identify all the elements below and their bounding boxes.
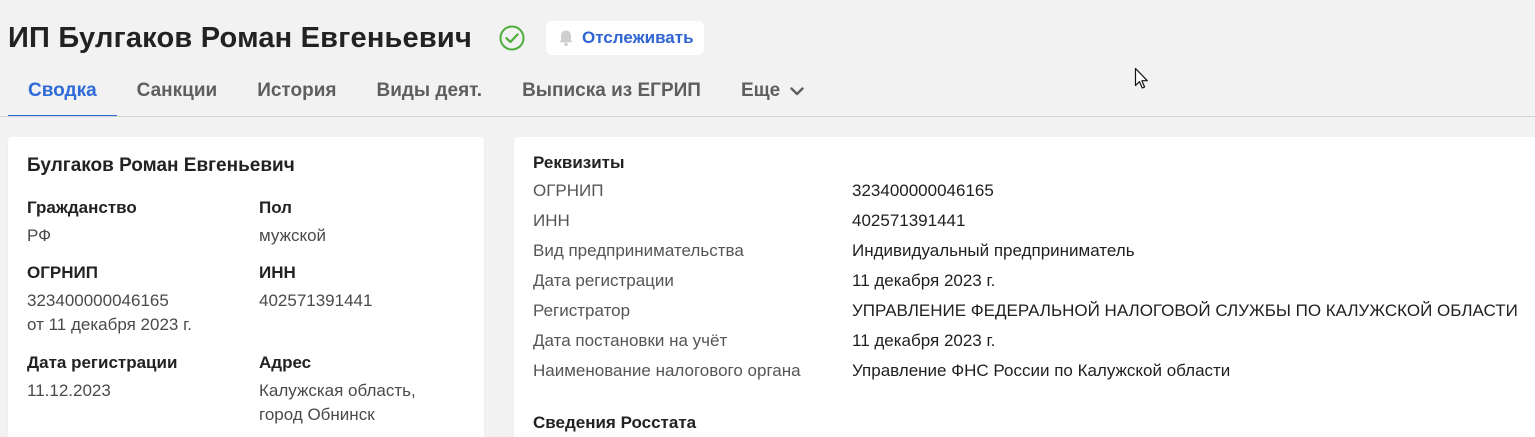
- requisite-row: Наименование налогового органа Управлени…: [533, 361, 1535, 391]
- tab-summary[interactable]: Сводка: [8, 66, 117, 117]
- requisite-value: 11 декабря 2023 г.: [852, 271, 996, 290]
- page-header: ИП Булгаков Роман Евгеньевич Отслеживать: [8, 16, 704, 60]
- requisite-row: Вид предпринимательства Индивидуальный п…: [533, 241, 1535, 271]
- summary-card: Булгаков Роман Евгеньевич Гражданство РФ…: [8, 137, 484, 437]
- tab-label: Виды деят.: [376, 80, 483, 101]
- inn-value: 402571391441: [259, 291, 373, 310]
- requisite-row: Регистратор УПРАВЛЕНИЕ ФЕДЕРАЛЬНОЙ НАЛОГ…: [533, 301, 1535, 331]
- mouse-cursor-icon: [1134, 67, 1150, 91]
- requisite-row: Дата постановки на учёт 11 декабря 2023 …: [533, 331, 1535, 361]
- tab-more[interactable]: Еще: [721, 66, 826, 116]
- address-label: Адрес: [259, 353, 312, 372]
- requisite-label: Дата регистрации: [533, 271, 674, 290]
- chevron-down-icon: [788, 82, 806, 100]
- requisites-card: Реквизиты ОГРНИП 323400000046165 ИНН 402…: [514, 137, 1535, 437]
- requisite-label: ОГРНИП: [533, 181, 604, 200]
- check-circle-icon: [498, 24, 526, 52]
- rosstat-title: Сведения Росстата: [533, 413, 697, 432]
- page-title: ИП Булгаков Роман Евгеньевич: [8, 21, 472, 54]
- requisite-value: Индивидуальный предприниматель: [852, 241, 1135, 260]
- tab-label: Санкции: [136, 80, 218, 101]
- tab-history[interactable]: История: [237, 66, 356, 116]
- track-button[interactable]: Отслеживать: [545, 21, 704, 55]
- person-name: Булгаков Роман Евгеньевич: [27, 155, 295, 176]
- requisite-value: 11 декабря 2023 г.: [852, 331, 996, 350]
- tabs-divider: [0, 116, 1535, 117]
- track-button-label: Отслеживать: [581, 28, 694, 47]
- requisite-label: Регистратор: [533, 301, 631, 320]
- tab-sanctions[interactable]: Санкции: [117, 66, 238, 116]
- bell-icon: [556, 28, 576, 48]
- tab-label: Еще: [740, 80, 781, 101]
- requisite-label: Наименование налогового органа: [533, 361, 801, 380]
- citizenship-value: РФ: [27, 226, 52, 245]
- address-line-1: Калужская область,: [259, 381, 416, 400]
- requisite-row: ИНН 402571391441: [533, 211, 1535, 241]
- citizenship-label: Гражданство: [27, 198, 137, 217]
- requisite-row: ОГРНИП 323400000046165: [533, 181, 1535, 211]
- tab-label: Выписка из ЕГРИП: [522, 80, 701, 101]
- address-line-2: город Обнинск: [259, 405, 375, 424]
- ogrnip-value: 323400000046165: [27, 291, 169, 310]
- tab-bar: Сводка Санкции История Виды деят. Выписк…: [8, 66, 826, 117]
- requisite-value: Управление ФНС России по Калужской облас…: [852, 361, 1231, 380]
- inn-label: ИНН: [259, 263, 296, 282]
- requisite-row: Дата регистрации 11 декабря 2023 г.: [533, 271, 1535, 301]
- requisites-title: Реквизиты: [533, 153, 625, 172]
- tab-egrip-extract[interactable]: Выписка из ЕГРИП: [502, 66, 721, 116]
- ogrnip-label: ОГРНИП: [27, 263, 98, 282]
- requisite-label: Дата постановки на учёт: [533, 331, 728, 350]
- regdate-value: 11.12.2023: [27, 381, 111, 400]
- requisite-label: ИНН: [533, 211, 570, 230]
- requisite-value: УПРАВЛЕНИЕ ФЕДЕРАЛЬНОЙ НАЛОГОВОЙ СЛУЖБЫ …: [852, 301, 1518, 320]
- gender-value: мужской: [259, 226, 327, 245]
- tab-label: Сводка: [28, 80, 97, 101]
- ogrnip-date: от 11 декабря 2023 г.: [27, 315, 192, 334]
- page: ИП Булгаков Роман Евгеньевич Отслеживать…: [0, 0, 1535, 437]
- tab-label: История: [257, 80, 337, 101]
- requisite-value: 323400000046165: [852, 181, 994, 200]
- regdate-label: Дата регистрации: [27, 353, 178, 372]
- requisite-value: 402571391441: [852, 211, 966, 230]
- tab-activities[interactable]: Виды деят.: [356, 66, 502, 116]
- requisite-label: Вид предпринимательства: [533, 241, 744, 260]
- gender-label: Пол: [259, 198, 292, 217]
